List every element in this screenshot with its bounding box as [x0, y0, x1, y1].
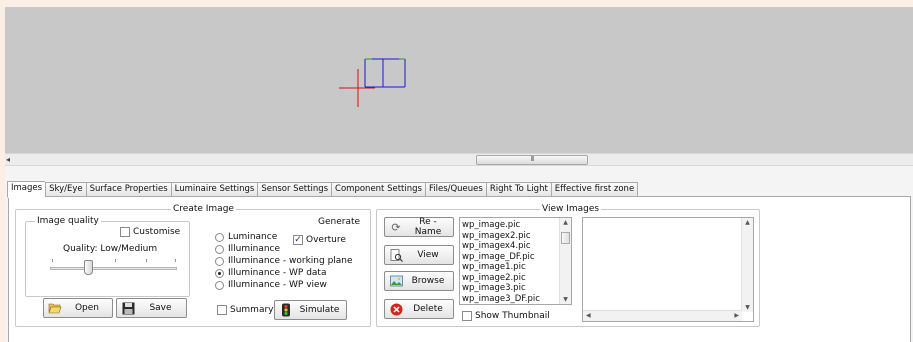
list-item[interactable]: wp_image2.pic — [460, 273, 571, 284]
overture-label: Overture — [306, 235, 346, 245]
radio-illuminance-wp-data-label: Illuminance - WP data — [228, 268, 327, 278]
open-button[interactable]: Open — [43, 298, 113, 318]
quality-slider-track[interactable] — [50, 267, 177, 270]
save-button[interactable]: Save — [116, 298, 187, 318]
list-item[interactable]: wp_image.pic — [460, 220, 571, 231]
summary-checkbox[interactable] — [217, 305, 227, 315]
radio-illuminance[interactable] — [215, 245, 224, 254]
model-wireframe — [339, 58, 406, 107]
floppy-disk-icon — [121, 301, 135, 315]
radio-illuminance-working-plane-label: Illuminance - working plane — [228, 256, 353, 266]
radio-illuminance-wp-view[interactable] — [215, 281, 224, 290]
radio-illuminance-working-plane[interactable] — [215, 257, 224, 266]
folder-open-icon — [48, 301, 62, 315]
scrollbar-thumb[interactable]: III — [476, 155, 588, 165]
view-images-group: View Images ⟳ Re - Name View Browse Dele… — [376, 204, 760, 327]
delete-button[interactable]: Delete — [384, 299, 454, 319]
list-item[interactable]: wp_image_DF.pic — [460, 252, 571, 263]
tab-sky-eye[interactable]: Sky/Eye — [45, 182, 86, 197]
images-tab-page: Create Image Image quality Customise Qua… — [8, 196, 911, 342]
image-quality-group: Image quality Customise Quality: Low/Med… — [25, 216, 190, 297]
refresh-icon: ⟳ — [391, 220, 401, 234]
tab-right-to-light[interactable]: Right To Light — [485, 182, 551, 197]
create-image-title: Create Image — [171, 204, 236, 214]
tab-sensor-settings[interactable]: Sensor Settings — [257, 182, 332, 197]
quality-label: Quality: Low/Medium — [63, 244, 158, 254]
list-item[interactable]: wp_image1.pic — [460, 262, 571, 273]
scroll-left-icon[interactable]: ◂ — [6, 154, 10, 166]
image-quality-title: Image quality — [35, 216, 101, 226]
radio-illuminance-wp-view-label: Illuminance - WP view — [228, 280, 327, 290]
radio-luminance[interactable] — [215, 233, 224, 242]
tab-component-settings[interactable]: Component Settings — [331, 182, 425, 197]
slider-tick — [52, 259, 53, 262]
overture-checkbox[interactable]: ✓ — [293, 235, 303, 245]
magnifier-document-icon — [389, 248, 403, 262]
tab-images[interactable]: Images — [7, 181, 46, 198]
tab-effective-first-zone[interactable]: Effective first zone — [550, 182, 639, 197]
show-thumbnail-label: Show Thumbnail — [475, 311, 550, 321]
thumbnail-preview[interactable]: ▲ ▼ ◀ ▶ — [582, 217, 754, 322]
tab-strip: Images Sky/Eye Surface Properties Lumina… — [7, 181, 639, 198]
browse-button[interactable]: Browse — [384, 271, 454, 291]
scroll-up-icon[interactable]: ▲ — [560, 219, 571, 226]
model-viewport[interactable] — [5, 7, 913, 153]
radio-luminance-label: Luminance — [228, 232, 278, 242]
list-item[interactable]: wp_imagex4.pic — [460, 241, 571, 252]
create-image-group: Create Image Image quality Customise Qua… — [15, 204, 371, 327]
traffic-light-icon — [279, 303, 293, 317]
thumbnail-vertical-scrollbar[interactable]: ▲ ▼ — [741, 218, 753, 312]
viewport-horizontal-scrollbar[interactable]: ◂ III — [5, 153, 913, 166]
slider-tick — [175, 259, 176, 262]
view-images-title: View Images — [540, 204, 602, 214]
rename-button[interactable]: ⟳ Re - Name — [384, 217, 454, 237]
image-browse-icon — [389, 274, 403, 288]
radio-illuminance-label: Illuminance — [228, 244, 281, 254]
scroll-right-icon[interactable]: ▶ — [734, 312, 739, 319]
scroll-left-icon[interactable]: ◀ — [586, 312, 591, 319]
delete-icon — [389, 302, 403, 316]
file-list-scrollbar[interactable]: ▲ ▼ — [559, 218, 571, 304]
tab-files-queues[interactable]: Files/Queues — [424, 182, 486, 197]
generate-title: Generate — [316, 217, 363, 227]
customise-checkbox[interactable] — [120, 227, 130, 237]
list-item[interactable]: wp_imagex2.pic — [460, 231, 571, 242]
simulate-button[interactable]: Simulate — [274, 300, 347, 320]
tab-luminaire-settings[interactable]: Luminaire Settings — [170, 182, 258, 197]
image-file-list[interactable]: wp_image.pic wp_imagex2.pic wp_imagex4.p… — [459, 217, 572, 305]
scrollbar-thumb[interactable] — [561, 232, 570, 244]
view-button[interactable]: View — [384, 245, 454, 265]
customise-label: Customise — [133, 227, 181, 237]
show-thumbnail-checkbox[interactable] — [462, 311, 472, 321]
scroll-down-icon[interactable]: ▼ — [742, 304, 753, 311]
tab-surface-properties[interactable]: Surface Properties — [85, 182, 171, 197]
slider-tick — [146, 259, 147, 262]
summary-label: Summary — [230, 305, 274, 315]
scroll-up-icon[interactable]: ▲ — [742, 219, 753, 226]
slider-tick — [115, 259, 116, 262]
radio-illuminance-wp-data[interactable] — [215, 269, 224, 278]
quality-slider-thumb[interactable] — [84, 260, 93, 275]
list-item[interactable]: wp_image3_DF.pic — [460, 294, 571, 305]
scrollbar-grip: III — [530, 155, 534, 163]
scroll-down-icon[interactable]: ▼ — [560, 296, 571, 303]
thumbnail-horizontal-scrollbar[interactable]: ◀ ▶ — [583, 310, 742, 321]
list-item[interactable]: wp_image3.pic — [460, 283, 571, 294]
